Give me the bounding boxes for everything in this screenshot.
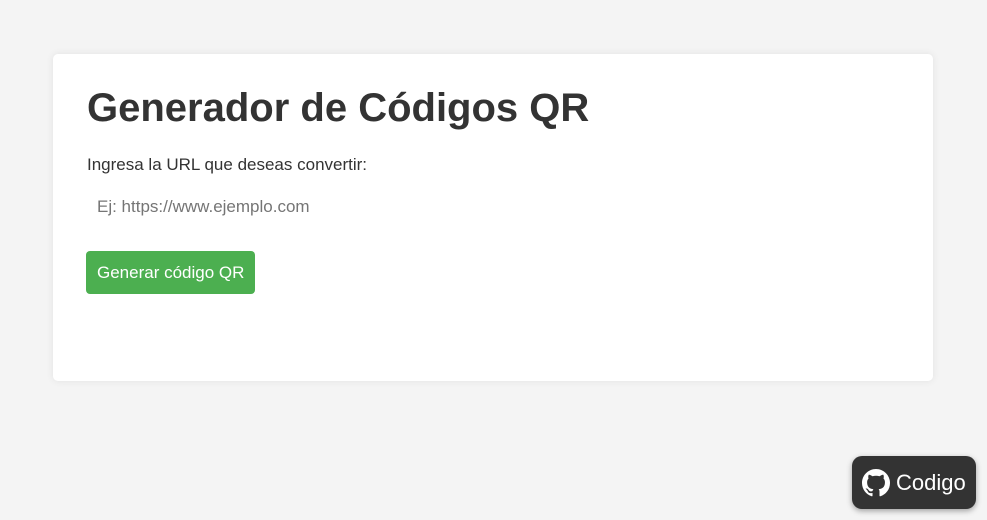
source-code-button[interactable]: Codigo (852, 456, 976, 509)
github-icon (862, 468, 890, 497)
url-label: Ingresa la URL que deseas convertir: (87, 155, 368, 174)
generate-qr-button[interactable]: Generar código QR (86, 251, 256, 294)
url-input[interactable] (87, 189, 899, 225)
page-title: Generador de Códigos QR (87, 86, 590, 130)
source-code-label: Codigo (896, 469, 966, 495)
page: Generador de Códigos QR Ingresa la URL q… (0, 0, 987, 520)
qr-generator-card: Generador de Códigos QR Ingresa la URL q… (53, 54, 933, 381)
